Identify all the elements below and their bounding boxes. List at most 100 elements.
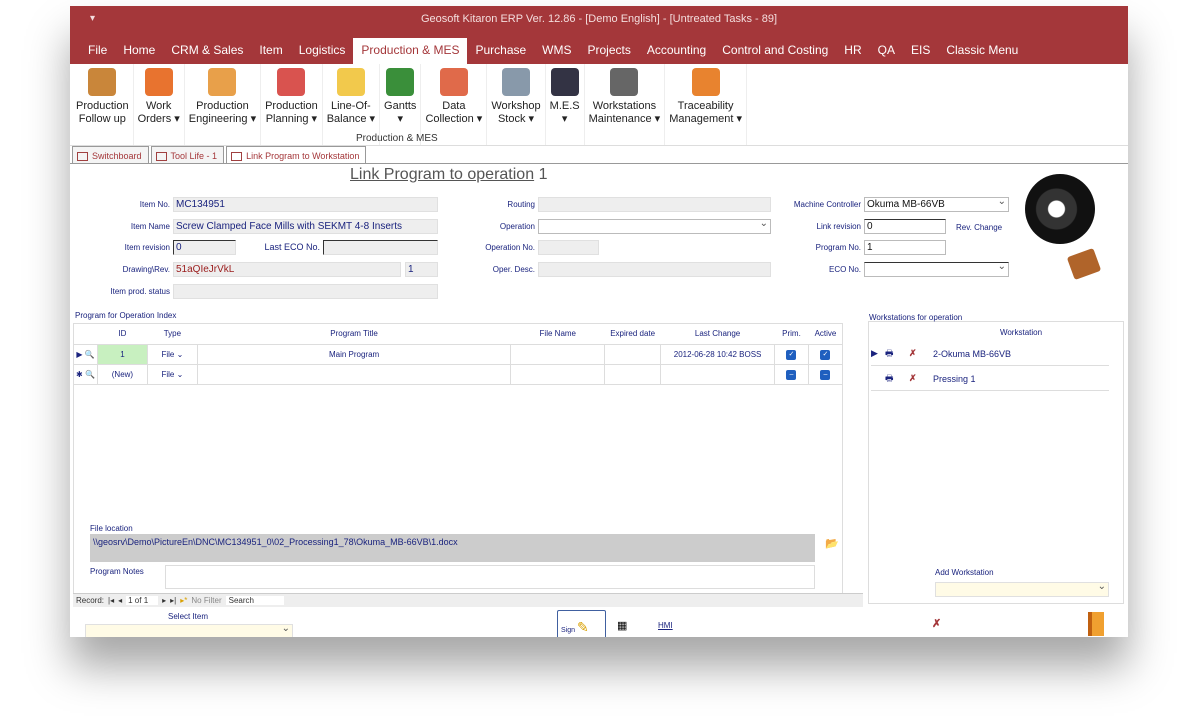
column-header[interactable]: Expired date [605,324,661,344]
column-header[interactable]: File Name [511,324,605,344]
active-checkbox[interactable]: ✓ [807,343,844,365]
new-record-button[interactable]: ▸* [180,596,187,605]
machine-controller-dropdown[interactable]: Okuma MB-66VB [864,195,1009,212]
item-name-field[interactable]: Screw Clamped Face Mills with SEKMT 4-8 … [173,219,438,234]
id-cell[interactable]: (New) [96,363,148,385]
add-workstation-dropdown[interactable] [935,580,1109,597]
link-revision-label: Link revision [816,222,861,231]
operation-dropdown[interactable] [538,217,771,234]
ribbon-label: Data [442,100,466,112]
active-checkbox[interactable]: – [807,363,844,385]
drawing-rev-field[interactable]: 1 [405,262,438,277]
program-title-cell[interactable]: Main Program [196,343,512,365]
tab-switchboard[interactable]: Switchboard [72,146,149,163]
menu-wms[interactable]: WMS [534,38,579,64]
filter-status[interactable]: No Filter [191,596,221,605]
last-eco-field[interactable] [323,240,438,255]
table-row[interactable]: ✱ 🔍 (New) File ⌄ – – [73,363,844,385]
ribbon-button-traceability[interactable]: Traceability Management ▾ [665,64,747,145]
type-dropdown[interactable]: File ⌄ [146,363,198,385]
file-name-cell[interactable] [510,343,606,365]
zoom-record-icon[interactable]: 🔍 [85,370,95,379]
link-revision-field[interactable]: 0 [864,219,946,234]
ribbon-button-workstations[interactable]: Workstations Maintenance ▾ [585,64,666,145]
workstation-row[interactable]: 🖶 ✗ Pressing 1 [871,367,1109,391]
column-header[interactable]: ID [97,324,147,344]
column-header[interactable]: Prim. [774,324,808,344]
menu-classic-menu[interactable]: Classic Menu [938,38,1026,64]
prod-status-field[interactable] [173,284,438,299]
file-location-field[interactable]: \\geosrv\Demo\PictureEn\DNC\MC134951_0\0… [90,534,815,562]
routing-field[interactable] [538,197,771,212]
menu-qa[interactable]: QA [870,38,903,64]
row-selector[interactable]: ▶ [871,348,885,359]
last-record-button[interactable]: ▸| [170,596,176,605]
ribbon-button-work[interactable]: Work Orders ▾ [134,64,185,145]
menu-purchase[interactable]: Purchase [467,38,534,64]
calculator-icon[interactable]: ▦ [617,619,627,632]
ribbon-button-workshop[interactable]: Workshop Stock ▾ [487,64,546,145]
menu-production-mes[interactable]: Production & MES [353,38,468,64]
row-selector[interactable]: ▶ 🔍 [73,343,98,365]
oper-desc-field[interactable] [538,262,771,277]
prim-checkbox[interactable]: ✓ [773,343,809,365]
eco-no-dropdown[interactable] [864,260,1009,277]
menu-item[interactable]: Item [251,38,290,64]
sign-button[interactable]: Sign ✎ [557,610,606,637]
menu-logistics[interactable]: Logistics [291,38,354,64]
ribbon-button-production[interactable]: Production Engineering ▾ [185,64,262,145]
tab-tool-life-1[interactable]: Tool Life - 1 [150,146,225,163]
column-header[interactable]: Program Title [197,324,511,344]
expired-date-cell[interactable] [604,363,662,385]
menu-home[interactable]: Home [115,38,163,64]
tab-link-program-to-workstation[interactable]: Link Program to Workstation [226,146,367,163]
table-row[interactable]: ▶ 🔍 1 File ⌄ Main Program 2012-06-28 10:… [73,343,844,365]
id-cell[interactable]: 1 [96,343,148,365]
item-revision-field[interactable]: 0 [173,240,236,255]
ribbon-button-production[interactable]: Production Follow up [72,64,134,145]
operation-no-field[interactable] [538,240,599,255]
workstation-row[interactable]: ▶ 🖶 ✗ 2-Okuma MB-66VB [871,342,1109,366]
search-input[interactable]: Search [225,596,284,605]
remove-workstation-icon[interactable]: ✗ [909,348,933,359]
program-notes-field[interactable] [165,565,815,589]
prev-record-button[interactable]: ◂ [118,596,122,605]
quick-access-icon[interactable]: ▾ [90,6,95,32]
zoom-record-icon[interactable]: 🔍 [85,350,95,359]
prim-checkbox[interactable]: – [773,363,809,385]
menu-crm-sales[interactable]: CRM & Sales [163,38,251,64]
menu-projects[interactable]: Projects [580,38,639,64]
item-no-field[interactable]: MC134951 [173,197,438,212]
rev-change-link[interactable]: Rev. Change [956,223,1002,232]
type-dropdown[interactable]: File ⌄ [146,343,198,365]
file-name-cell[interactable] [510,363,606,385]
remove-workstation-icon[interactable]: ✗ [909,373,933,384]
expired-date-cell[interactable] [604,343,662,365]
next-record-button[interactable]: ▸ [162,596,166,605]
column-header[interactable]: Type [147,324,197,344]
column-header[interactable]: Active [808,324,842,344]
ribbon-label: ▾ [561,113,568,125]
first-record-button[interactable]: |◂ [108,596,114,605]
ribbon-label: Follow up [78,113,126,125]
menu-eis[interactable]: EIS [903,38,938,64]
workstation-details-icon[interactable]: 🖶 [885,346,909,362]
program-title-cell[interactable] [196,363,512,385]
row-selector[interactable]: ✱ 🔍 [73,363,98,385]
workstation-details-icon[interactable]: 🖶 [885,371,909,387]
delete-icon[interactable]: ✗ [932,617,941,630]
select-item-dropdown[interactable] [85,622,293,637]
hmi-link[interactable]: HMI [658,621,673,630]
exit-door-icon[interactable] [1088,612,1104,636]
menu-accounting[interactable]: Accounting [639,38,714,64]
open-folder-icon[interactable]: 📂 [825,537,839,550]
menu-hr[interactable]: HR [836,38,869,64]
drawing-field[interactable]: 51aQIeJrVkL [173,262,401,277]
menu-file[interactable]: File [80,38,115,64]
ribbon-button-production[interactable]: Production Planning ▾ [261,64,323,145]
menu-control-and-costing[interactable]: Control and Costing [714,38,836,64]
column-header[interactable]: Last Change [661,324,775,344]
ribbon-button-m-e-s[interactable]: M.E.S ▾ [546,64,585,145]
record-position[interactable]: 1 of 1 [126,596,159,605]
program-no-field[interactable]: 1 [864,240,946,255]
